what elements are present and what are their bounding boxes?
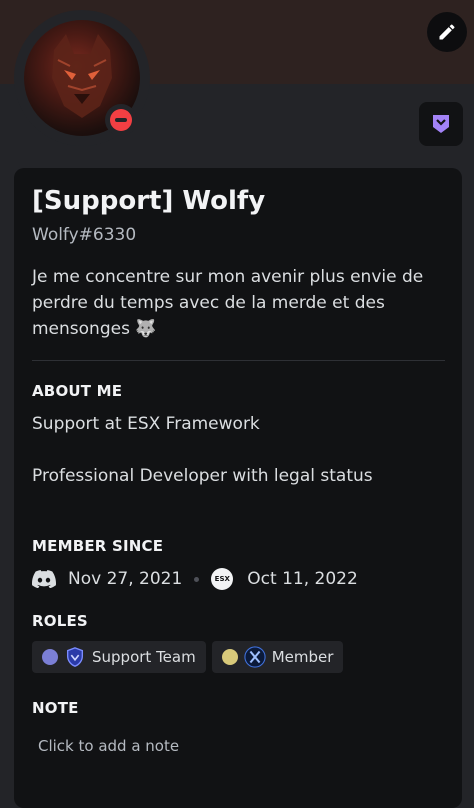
- user-tag: Wolfy#6330: [32, 225, 137, 245]
- about-me-line: Professional Developer with legal status: [32, 466, 373, 486]
- discord-logo-icon: [32, 570, 56, 588]
- about-me-line: Support at ESX Framework: [32, 414, 260, 434]
- role-label: Member: [271, 648, 334, 666]
- role-support-team[interactable]: Support Team: [32, 641, 206, 673]
- edit-profile-button[interactable]: [427, 12, 467, 52]
- member-since-heading: MEMBER SINCE: [32, 537, 164, 555]
- discord-join-date: Nov 27, 2021: [68, 569, 183, 589]
- roles-heading: ROLES: [32, 612, 88, 630]
- status-indicator: [105, 104, 137, 136]
- x-badge-icon: [244, 646, 266, 668]
- role-label: Support Team: [92, 648, 196, 666]
- divider: [32, 360, 445, 361]
- shield-icon: [64, 646, 86, 668]
- member-since-row: Nov 27, 2021 ESX Oct 11, 2022: [32, 566, 358, 592]
- separator-dot: [194, 576, 200, 582]
- about-me-heading: ABOUT ME: [32, 382, 123, 400]
- note-input[interactable]: Click to add a note: [32, 733, 450, 759]
- server-icon[interactable]: ESX: [211, 568, 234, 590]
- server-icon-text: ESX: [214, 575, 230, 583]
- roles-list: Support Team Member: [32, 641, 349, 673]
- role-member[interactable]: Member: [211, 641, 344, 673]
- role-color-dot: [221, 649, 238, 665]
- dnd-status-icon: [110, 109, 132, 131]
- display-name: [Support] Wolfy: [32, 186, 266, 216]
- role-color-dot: [42, 649, 58, 665]
- nitro-badge-icon: [433, 115, 449, 133]
- note-heading: NOTE: [32, 699, 79, 717]
- pencil-icon: [439, 24, 455, 40]
- nitro-badge[interactable]: [419, 102, 463, 146]
- server-join-date: Oct 11, 2022: [247, 569, 358, 589]
- custom-status: Je me concentre sur mon avenir plus envi…: [32, 267, 424, 339]
